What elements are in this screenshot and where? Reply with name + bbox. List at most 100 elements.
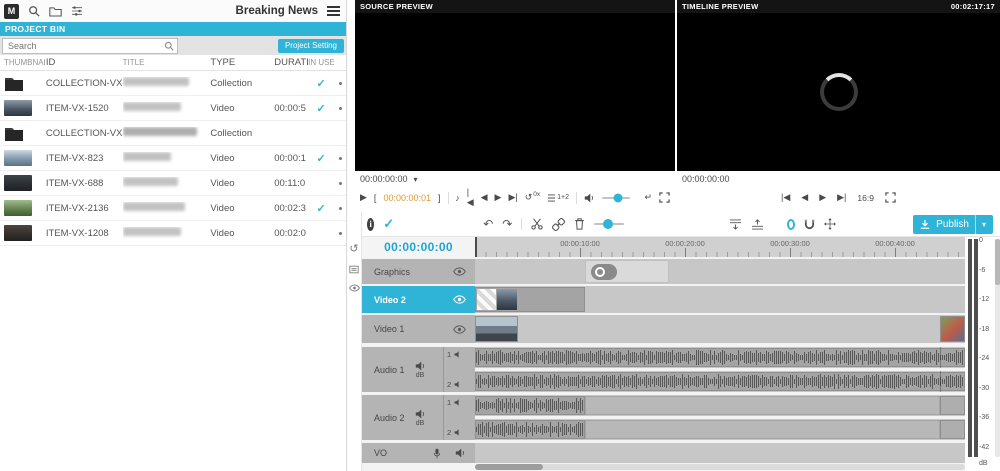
lane-label[interactable]: 2 — [447, 428, 472, 437]
lane-label[interactable]: 2 — [447, 380, 472, 389]
filter-icon[interactable] — [71, 6, 83, 16]
notes-icon[interactable] — [349, 265, 359, 274]
move-tool-icon[interactable] — [824, 218, 836, 230]
timeline-vertical-scrollbar[interactable] — [995, 239, 1000, 457]
column-header-title[interactable]: TITLE — [123, 58, 211, 67]
track-header-graphics[interactable]: Graphics — [362, 259, 475, 284]
speaker-icon[interactable] — [415, 409, 426, 419]
step-forward-icon[interactable]: ▶| — [837, 192, 846, 203]
bin-row[interactable]: ITEM-VX-823 Video 00:00:1 ✓ — [0, 146, 346, 171]
collapse-tracks-icon[interactable] — [729, 219, 742, 230]
folder-icon[interactable] — [49, 6, 62, 17]
scrollbar-thumb[interactable] — [995, 239, 1000, 285]
mark-in-icon[interactable]: [ — [374, 193, 377, 203]
column-header-duration[interactable]: DURATION — [274, 57, 308, 68]
approve-button[interactable]: ✓ — [383, 216, 394, 232]
eye-icon[interactable] — [453, 325, 466, 334]
track-header-vo[interactable]: VO — [362, 443, 475, 463]
audio-lane[interactable] — [475, 371, 965, 392]
search-input[interactable] — [6, 40, 164, 52]
delete-button[interactable] — [574, 218, 585, 230]
vo-track-lane[interactable] — [475, 443, 965, 463]
scrollbar-thumb[interactable] — [475, 464, 543, 470]
chevron-down-icon[interactable]: ▾ — [414, 175, 418, 184]
timeline-horizontal-scrollbar[interactable] — [475, 464, 965, 470]
audio-clip[interactable] — [585, 396, 940, 415]
project-setting-button[interactable]: Project Setting — [278, 39, 344, 53]
play-icon[interactable]: ▶ — [360, 192, 367, 203]
audio-lane[interactable] — [475, 347, 965, 368]
track-header-video-2[interactable]: Video 2 — [362, 286, 475, 313]
send-to-timeline-icon[interactable]: ↵ — [644, 192, 652, 203]
history-icon[interactable]: ↺ — [349, 242, 358, 255]
graphics-track-lane[interactable] — [475, 259, 965, 284]
microphone-icon[interactable] — [433, 448, 441, 459]
audio-lane[interactable] — [475, 395, 965, 416]
loop-icon[interactable]: ↺0x — [525, 192, 540, 203]
video-clip[interactable] — [940, 316, 965, 342]
audio-clip[interactable] — [940, 420, 965, 439]
video-1-track-lane[interactable] — [475, 315, 965, 343]
timeline-ruler[interactable]: 00:00:10:00 00:00:20:00 00:00:30:00 00:0… — [475, 237, 965, 257]
speaker-icon[interactable] — [584, 193, 595, 203]
fullscreen-icon[interactable] — [659, 192, 670, 203]
volume-slider[interactable] — [602, 197, 631, 199]
mark-out-icon[interactable]: ] — [438, 193, 441, 203]
audio-clip[interactable] — [475, 348, 965, 367]
lane-label[interactable]: 1 — [447, 398, 472, 407]
eye-icon[interactable] — [453, 295, 466, 304]
source-video-surface[interactable] — [355, 13, 675, 171]
link-button[interactable] — [552, 218, 565, 231]
bin-row[interactable]: ITEM-VX-688 Video 00:11:0 ✓ — [0, 171, 346, 196]
video-2-track-lane[interactable] — [475, 286, 965, 313]
monitor-toggle-icon[interactable] — [349, 284, 360, 292]
info-button[interactable]: i — [367, 218, 374, 231]
search-icon[interactable] — [164, 41, 174, 51]
step-back-icon[interactable]: ◀ — [481, 192, 488, 203]
aspect-ratio-label[interactable]: 16:9 — [857, 193, 874, 203]
audio-clip[interactable] — [475, 420, 585, 439]
track-header-audio-2[interactable]: Audio 2 dB 1 — [362, 395, 475, 440]
volume-slider-knob[interactable] — [613, 193, 622, 202]
track-header-audio-1[interactable]: Audio 1 dB 1 — [362, 347, 475, 392]
graphics-clip[interactable] — [585, 260, 669, 283]
bin-row[interactable]: ITEM-VX-2136 Video 00:02:3 ✓ — [0, 196, 346, 221]
add-marker-icon[interactable]: ♪ — [455, 193, 460, 203]
play-button[interactable]: ▶ — [819, 192, 826, 203]
zoom-slider-knob[interactable] — [603, 219, 613, 229]
publish-button[interactable]: Publish ▾ — [913, 215, 993, 234]
column-header-type[interactable]: TYPE — [210, 57, 274, 68]
speaker-icon[interactable] — [415, 361, 426, 371]
publish-dropdown-icon[interactable]: ▾ — [982, 220, 986, 229]
speaker-icon[interactable] — [455, 448, 466, 458]
audio-clip[interactable] — [475, 372, 965, 391]
magnet-icon[interactable] — [804, 219, 815, 230]
fullscreen-icon[interactable] — [885, 192, 896, 203]
audio-channels-icon[interactable]: 1+2 — [547, 194, 569, 202]
track-header-video-1[interactable]: Video 1 — [362, 315, 475, 343]
video-clip[interactable] — [475, 316, 518, 342]
play-button[interactable]: ▶ — [495, 192, 502, 203]
expand-tracks-icon[interactable] — [751, 219, 764, 230]
audio-clip[interactable] — [585, 420, 940, 439]
video-clip[interactable] — [475, 287, 585, 312]
bin-row[interactable]: ITEM-VX-1208 Video 00:02:0 ✓ — [0, 221, 346, 246]
step-forward-icon[interactable]: ▶| — [508, 192, 517, 203]
step-back-icon[interactable]: ◀ — [801, 192, 808, 203]
lane-label[interactable]: 1 — [447, 350, 472, 359]
search-icon[interactable] — [28, 5, 40, 17]
snap-toggle-icon[interactable] — [787, 219, 795, 230]
eye-icon[interactable] — [453, 267, 466, 276]
redo-button[interactable]: ↷ — [502, 218, 512, 230]
undo-button[interactable]: ↶ — [483, 218, 493, 230]
cut-button[interactable] — [531, 218, 543, 230]
bin-row[interactable]: ITEM-VX-1520 Video 00:00:5 ✓ — [0, 96, 346, 121]
menu-icon[interactable] — [327, 6, 340, 16]
column-header-thumbnail[interactable]: THUMBNAIL — [0, 58, 46, 67]
zoom-slider[interactable] — [594, 223, 624, 225]
column-header-id[interactable]: ID — [46, 57, 123, 68]
app-logo[interactable]: M — [4, 4, 19, 19]
go-to-start-icon[interactable]: |◀ — [467, 187, 474, 208]
bin-row[interactable]: COLLECTION-VX-911 Collection ✓ — [0, 121, 346, 146]
playhead-marker[interactable] — [475, 237, 477, 257]
